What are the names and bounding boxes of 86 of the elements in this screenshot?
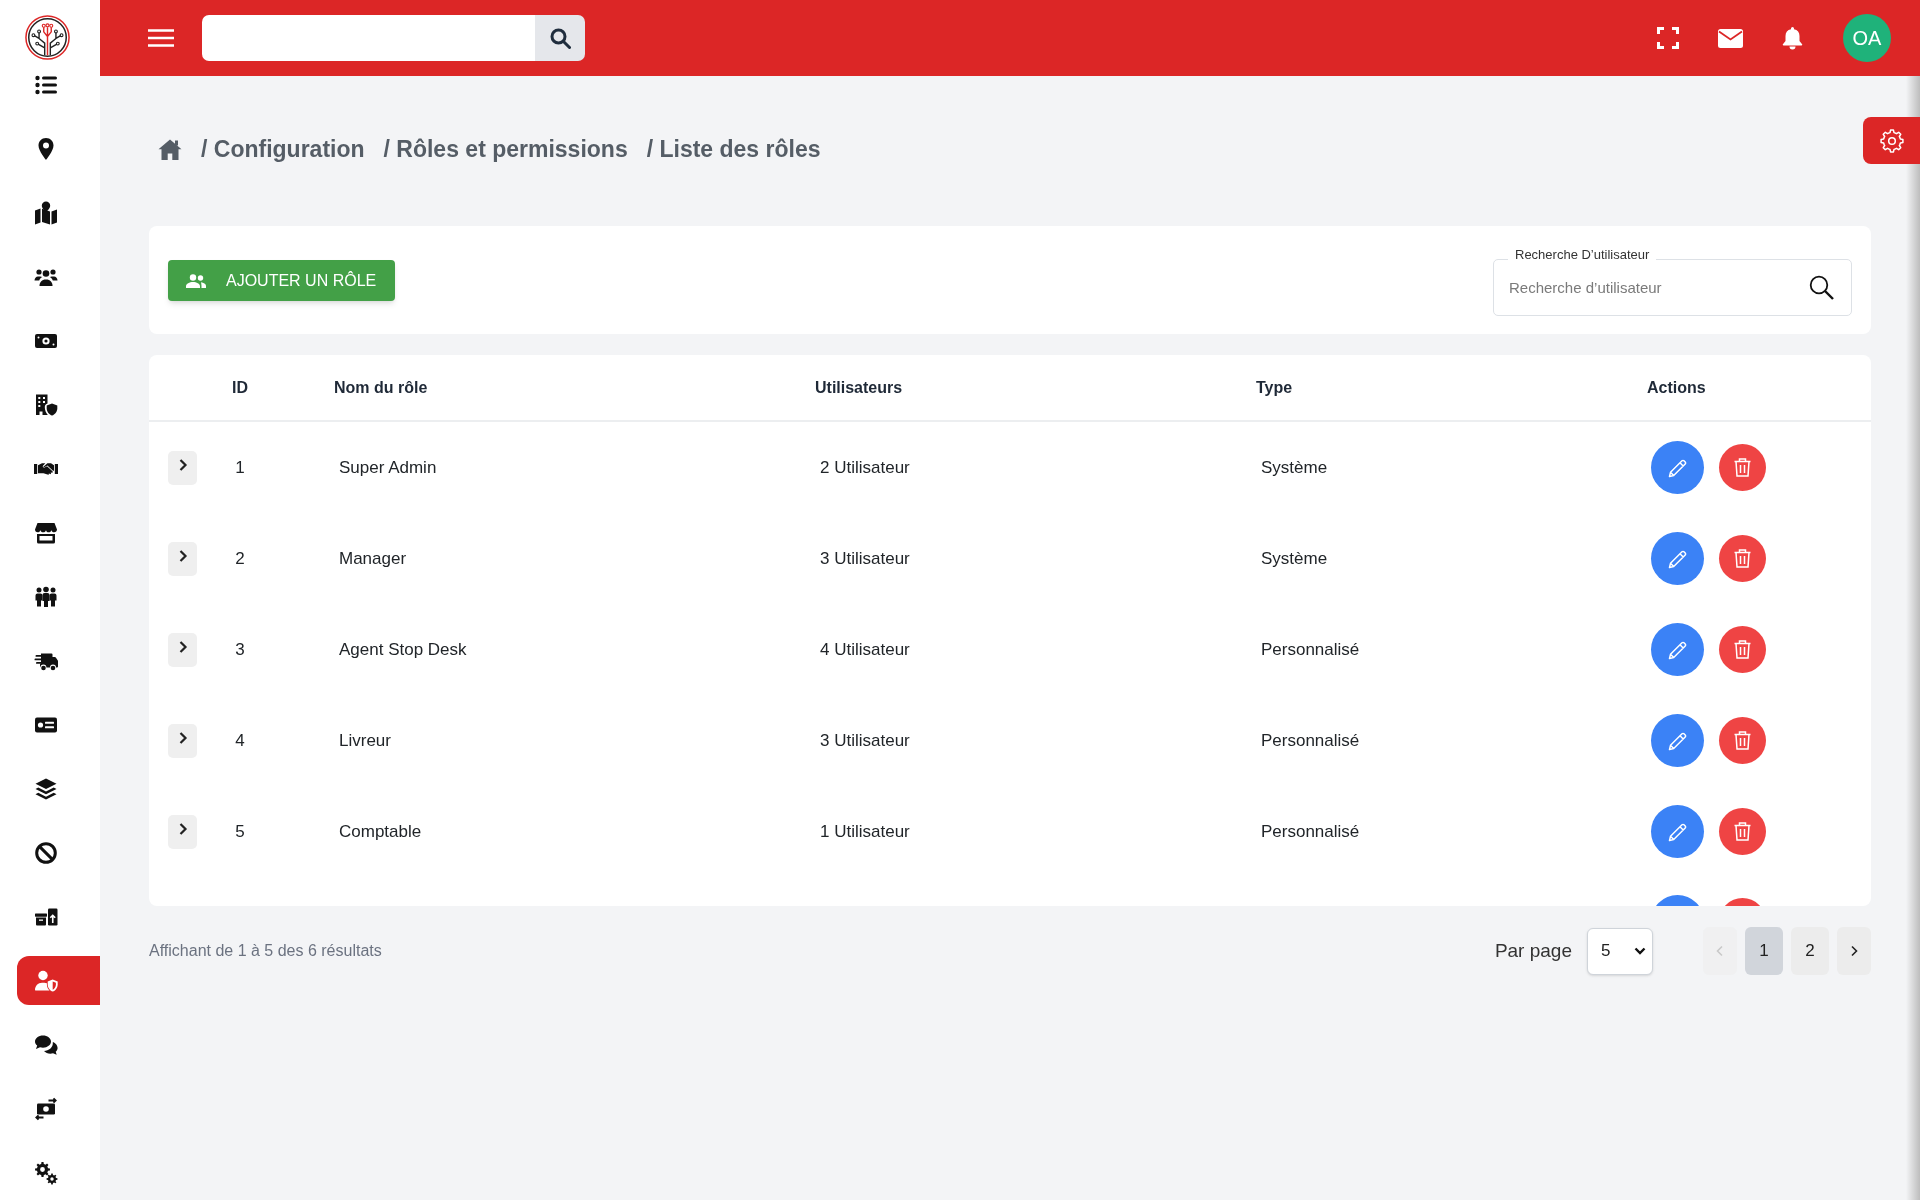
- table-cell: Super Admin: [339, 457, 437, 477]
- table-cell: Système: [1261, 457, 1328, 477]
- table-cell: 3 Utilisateur: [820, 548, 910, 568]
- edit-button[interactable]: [1651, 623, 1704, 676]
- chevron-down-icon: [1634, 947, 1646, 955]
- users-icon: [186, 273, 206, 288]
- table-cell: Personnalisé: [1261, 639, 1360, 659]
- pencil-icon: [1667, 457, 1688, 478]
- money-transfer-icon: [34, 1096, 58, 1121]
- search-icon: [549, 27, 571, 49]
- table-cell: 1 Utilisateur: [820, 821, 910, 841]
- trash-icon: [1734, 640, 1751, 659]
- column-header: Actions: [1647, 378, 1706, 396]
- search-field[interactable]: [202, 15, 535, 61]
- chevron-right-icon: [1850, 945, 1858, 957]
- expand-button[interactable]: [168, 632, 197, 667]
- column-header: Nom du rôle: [334, 378, 428, 396]
- edit-button[interactable]: [1651, 532, 1704, 585]
- chevron-left-icon: [1716, 945, 1724, 957]
- settings-button[interactable]: [1863, 117, 1920, 164]
- table-cell: 2 Utilisateur: [820, 457, 910, 477]
- settings-icon: [1879, 128, 1904, 153]
- trash-icon: [1734, 549, 1751, 568]
- table-cell: Comptable: [339, 821, 422, 841]
- menu-icon[interactable]: [148, 29, 174, 47]
- trash-icon: [1734, 458, 1751, 477]
- edit-button[interactable]: [1651, 714, 1704, 767]
- expand-button[interactable]: [168, 541, 197, 576]
- expand-button[interactable]: [168, 723, 197, 758]
- building-shield-icon: [34, 392, 58, 417]
- results-summary: Affichant de 1 à 5 des 6 résultats: [149, 941, 382, 961]
- table-cell: 4 Utilisateur: [820, 639, 910, 659]
- delete-button[interactable]: [1719, 535, 1766, 582]
- logo: [25, 15, 70, 60]
- table-cell: Manager: [339, 548, 407, 568]
- user-search-field[interactable]: Recherche d’utilisateur: [1493, 259, 1852, 316]
- ban-icon: [34, 840, 58, 865]
- page-button[interactable]: 2: [1791, 927, 1829, 975]
- table-cell: 3: [235, 639, 245, 659]
- expand-button[interactable]: [168, 450, 197, 485]
- search-icon[interactable]: [1809, 275, 1834, 300]
- breadcrumb-link[interactable]: / Configuration: [201, 131, 365, 167]
- delete-button[interactable]: [1719, 444, 1766, 491]
- people-group-icon: [34, 584, 58, 609]
- breadcrumb-current: / Liste des rôles: [646, 134, 821, 164]
- add-role-button[interactable]: AJOUTER UN RÔLE: [168, 260, 395, 301]
- table-cell: Personnalisé: [1261, 730, 1360, 750]
- column-header: ID: [232, 378, 248, 396]
- table-cell: 5: [235, 821, 245, 841]
- table-cell: 1: [235, 457, 245, 477]
- mail-icon[interactable]: [1718, 28, 1743, 48]
- user-shield-icon: [34, 968, 58, 993]
- table-cell: 4: [235, 730, 245, 750]
- column-header: Type: [1256, 378, 1293, 396]
- trash-icon: [1734, 731, 1751, 750]
- expand-button[interactable]: [168, 814, 197, 849]
- fullscreen-icon[interactable]: [1657, 27, 1679, 49]
- bell-icon[interactable]: [1782, 26, 1803, 50]
- store-icon: [34, 520, 58, 545]
- pencil-icon: [1667, 730, 1688, 751]
- trash-icon: [1734, 822, 1751, 841]
- table-cell: Livreur: [339, 730, 391, 750]
- breadcrumb-link[interactable]: / Rôles et permissions: [383, 131, 628, 167]
- edit-button[interactable]: [1651, 805, 1704, 858]
- layers-icon: [34, 776, 58, 801]
- table-cell: 3 Utilisateur: [820, 730, 910, 750]
- pencil-icon: [1667, 821, 1688, 842]
- table-cell: 2: [235, 548, 245, 568]
- pencil-icon: [1667, 639, 1688, 660]
- delete-button[interactable]: [1719, 717, 1766, 764]
- search-button[interactable]: [535, 15, 585, 61]
- table-cell: Personnalisé: [1261, 821, 1360, 841]
- home-icon[interactable]: [158, 138, 182, 160]
- gears-icon: [34, 1160, 58, 1185]
- page-button[interactable]: 1: [1745, 927, 1783, 975]
- edit-button[interactable]: [1651, 441, 1704, 494]
- map-icon: [34, 200, 58, 225]
- delete-button[interactable]: [1719, 808, 1766, 855]
- field-label: Recherche D’utilisateur: [1508, 247, 1657, 263]
- per-page-label: Par page: [1494, 938, 1572, 963]
- table-cell: Système: [1261, 548, 1328, 568]
- column-header: Utilisateurs: [815, 378, 903, 396]
- delete-button[interactable]: [1719, 626, 1766, 673]
- pencil-icon: [1667, 548, 1688, 569]
- table-cell: Agent Stop Desk: [339, 639, 467, 659]
- per-page-select[interactable]: 5: [1587, 927, 1653, 975]
